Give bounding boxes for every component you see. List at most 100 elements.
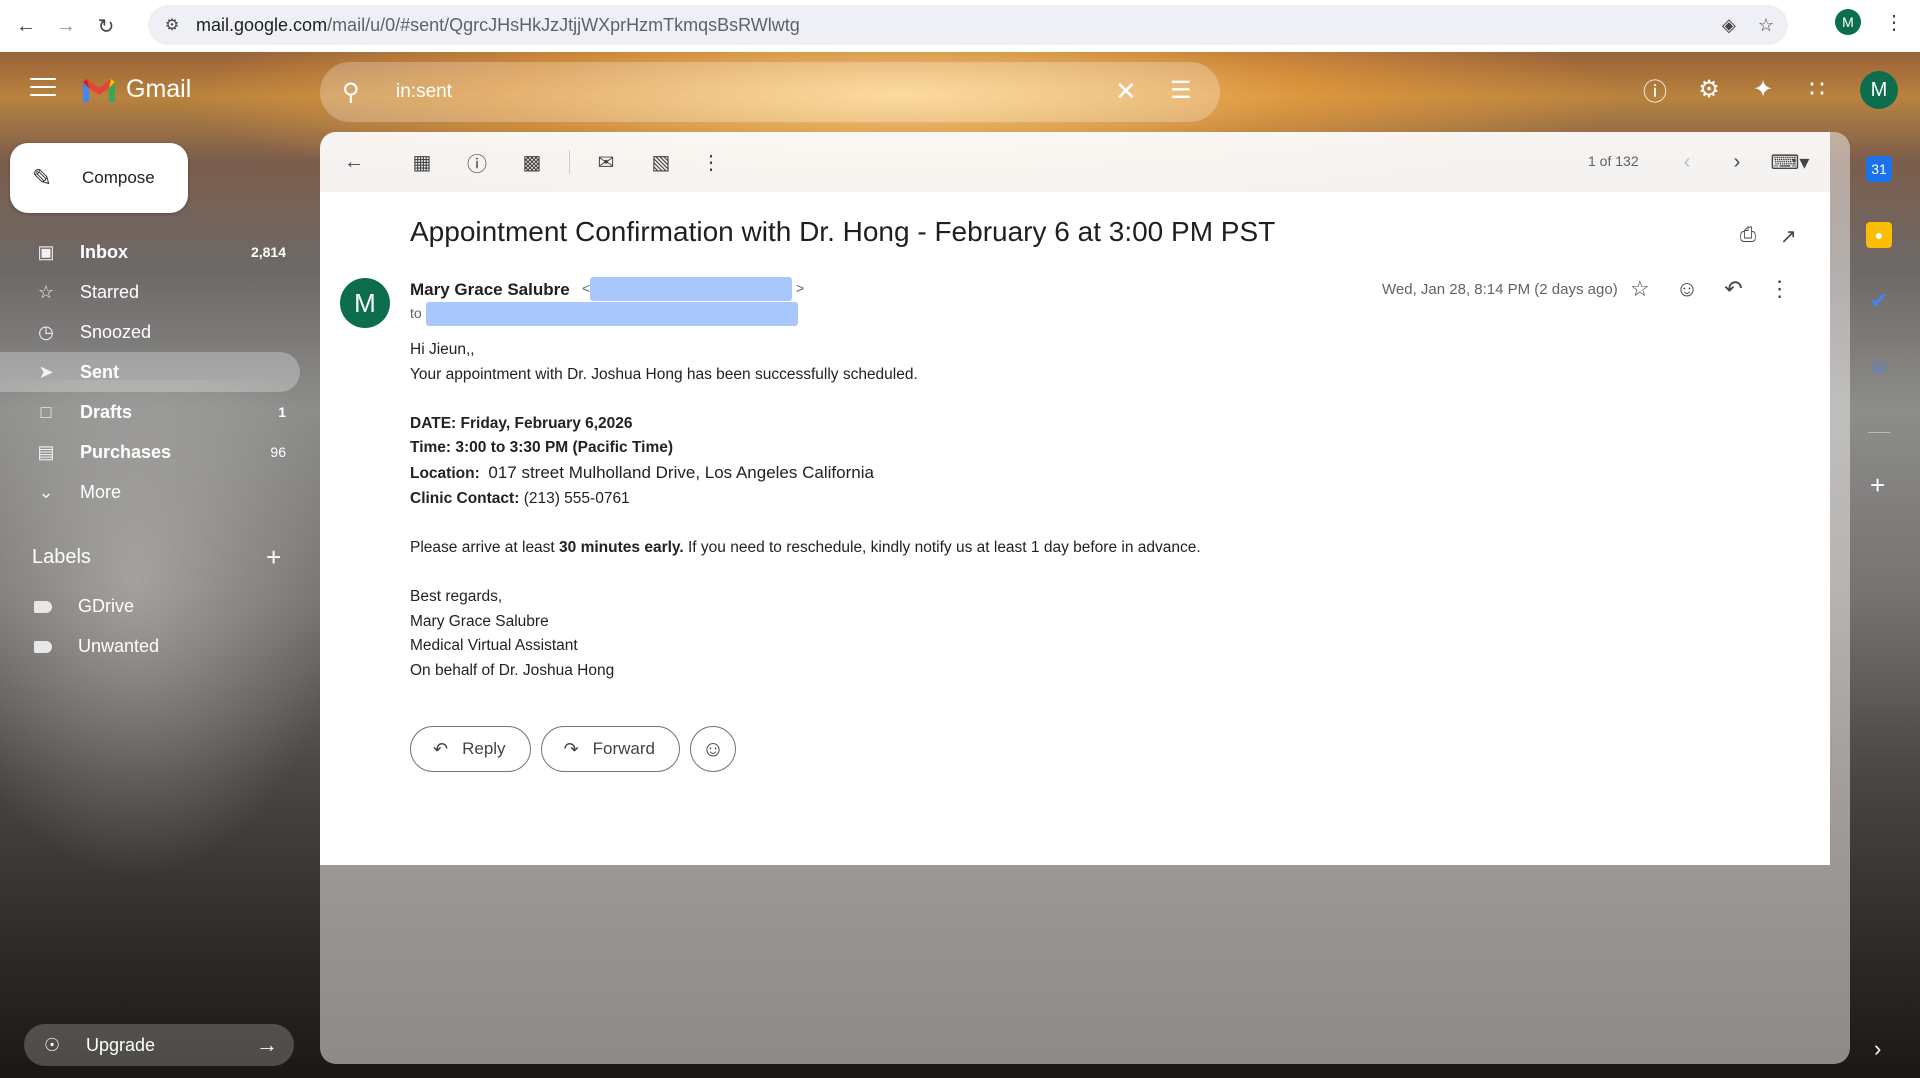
inbox-icon: ▣ [37, 241, 55, 262]
signature-title: Medical Virtual Assistant [410, 637, 578, 655]
email-subject: Appointment Confirmation with Dr. Hong -… [410, 216, 1276, 247]
date-line: DATE: Friday, February 6,2026 [410, 414, 633, 432]
apps-grid-icon[interactable]: ∷ [1802, 74, 1832, 104]
url-path: /mail/u/0/#sent/QgrcJHsHkJzJtjjWXprHzmTk… [327, 14, 800, 35]
forward-icon[interactable]: → [46, 6, 86, 46]
gmail-logo[interactable]: Gmail [80, 75, 191, 104]
message-more-icon[interactable]: ⋮ [1769, 276, 1791, 302]
compose-label: Compose [82, 168, 155, 187]
forward-button[interactable]: ↷ Forward [540, 726, 681, 772]
purchases-count: 96 [270, 444, 286, 460]
search-input[interactable] [396, 81, 1096, 103]
open-new-window-icon[interactable]: ↗ [1780, 224, 1797, 249]
location-value: 017 street Mulholland Drive, Los Angeles… [488, 462, 874, 482]
browser-toolbar: ← → ↻ ⚙ mail.google.com/mail/u/0/#sent/Q… [0, 0, 1920, 52]
draft-icon: □ [40, 401, 52, 422]
report-spam-icon[interactable]: ⓘ [463, 148, 491, 176]
sidebar-item-starred[interactable]: ☆ Starred [0, 272, 300, 312]
send-icon: ➤ [38, 361, 54, 382]
clear-search-icon[interactable]: ✕ [1115, 76, 1137, 107]
browser-profile-avatar[interactable]: M [1835, 9, 1861, 35]
star-icon: ☆ [37, 281, 55, 302]
get-addons-plus-icon[interactable]: + [1870, 470, 1885, 501]
contacts-icon[interactable]: ☺ [1866, 354, 1892, 380]
sender-avatar[interactable]: M [340, 278, 390, 328]
url-text[interactable]: mail.google.com/mail/u/0/#sent/QgrcJHsHk… [196, 15, 800, 36]
email-bracket-open: < [582, 280, 591, 296]
older-chevron-right-icon[interactable]: › [1723, 148, 1751, 176]
back-icon[interactable]: ← [6, 6, 46, 46]
smiley-icon: ☺ [701, 736, 725, 761]
site-info-icon[interactable]: ⚙ [152, 15, 192, 35]
toolbar-divider [569, 150, 570, 174]
emoji-reaction-button[interactable]: ☺ [690, 726, 737, 772]
contact-label: Clinic Contact: [410, 489, 520, 507]
sidebar-item-label: More [80, 481, 122, 502]
reply-label: Reply [462, 739, 506, 758]
address-bar[interactable]: ⚙ mail.google.com/mail/u/0/#sent/QgrcJHs… [148, 5, 1788, 45]
search-icon[interactable]: ⚲ [342, 78, 372, 107]
sidebar-item-sent[interactable]: ➤ Sent [0, 352, 300, 392]
tasks-icon[interactable]: ✔ [1866, 288, 1892, 314]
search-options-icon[interactable]: ☰ [1170, 76, 1192, 105]
sender-name[interactable]: Mary Grace Salubre [410, 280, 570, 300]
back-to-list-icon[interactable]: ← [340, 148, 368, 176]
sidebar-item-label: Snoozed [80, 321, 152, 342]
bookmark-star-icon[interactable]: ☆ [1758, 15, 1774, 36]
labels-heading: Labels [32, 546, 91, 568]
sidebar-item-inbox[interactable]: ▣ Inbox 2,814 [0, 232, 300, 272]
account-avatar[interactable]: M [1860, 71, 1898, 109]
gemini-sparkle-icon[interactable]: ✦ [1748, 74, 1778, 104]
label-item-unwanted[interactable]: Unwanted [34, 636, 159, 657]
to-label: to [410, 305, 422, 321]
add-reaction-icon[interactable]: ☺ [1676, 276, 1698, 302]
sidebar-item-snoozed[interactable]: ◷ Snoozed [0, 312, 300, 352]
show-side-panel-chevron-icon[interactable]: › [1874, 1036, 1881, 1062]
signature-name: Mary Grace Salubre [410, 612, 549, 630]
pencil-icon: ✎ [32, 164, 53, 192]
main-menu-icon[interactable] [30, 78, 56, 98]
more-options-icon[interactable]: ⋮ [697, 148, 725, 176]
label-item-gdrive[interactable]: GDrive [34, 596, 134, 617]
reply-button[interactable]: ↶ Reply [410, 726, 531, 772]
signoff: Best regards, [410, 587, 503, 605]
arrive-bold: 30 minutes early. [559, 538, 684, 556]
search-bar[interactable]: ⚲ ✕ ☰ [320, 62, 1220, 122]
reload-icon[interactable]: ↻ [86, 6, 126, 46]
settings-gear-icon[interactable]: ⚙ [1694, 74, 1724, 104]
help-icon[interactable]: ⓘ [1640, 74, 1670, 106]
star-icon[interactable]: ☆ [1630, 276, 1650, 302]
upgrade-button[interactable]: ☉ Upgrade → [24, 1024, 294, 1066]
reply-icon[interactable]: ↶ [1724, 276, 1742, 302]
mark-unread-icon[interactable]: ✉ [592, 148, 620, 176]
reply-arrow-icon: ↶ [433, 738, 449, 759]
compose-button[interactable]: ✎ Compose [10, 143, 188, 213]
pager-text: 1 of 132 [1588, 153, 1639, 169]
extension-icon[interactable]: ◈ [1722, 15, 1736, 36]
delete-trash-icon[interactable]: ▩ [518, 148, 546, 176]
time-line: Time: 3:00 to 3:30 PM (Pacific Time) [410, 439, 674, 457]
move-to-icon[interactable]: ▧ [647, 148, 675, 176]
sidebar-item-drafts[interactable]: □ Drafts 1 [0, 392, 300, 432]
calendar-icon[interactable]: 31 [1866, 156, 1892, 182]
clock-icon: ◷ [38, 321, 54, 342]
email-bracket-close: > [796, 280, 805, 296]
draft-count: 1 [278, 404, 286, 420]
sidebar-item-purchases[interactable]: ▤ Purchases 96 [0, 432, 300, 472]
label-name: GDrive [78, 596, 135, 616]
newer-chevron-left-icon[interactable]: ‹ [1673, 148, 1701, 176]
browser-menu-icon[interactable]: ⋮ [1884, 10, 1904, 35]
input-tools-keyboard-icon[interactable]: ⌨▾ [1766, 148, 1814, 176]
print-icon[interactable]: ⎙ [1740, 224, 1756, 249]
upgrade-label: Upgrade [86, 1034, 156, 1055]
contact-value: (213) 555-0761 [523, 489, 630, 507]
shopping-bag-icon: ▤ [37, 441, 55, 462]
forward-label: Forward [592, 739, 656, 758]
redacted-recipient[interactable] [426, 302, 798, 326]
arrow-right-icon: → [256, 1032, 278, 1057]
keep-icon[interactable]: ● [1866, 222, 1892, 248]
archive-icon[interactable]: ▦ [408, 148, 436, 176]
gmail-wordmark: Gmail [126, 75, 192, 103]
sidebar-item-more[interactable]: ⌄ More [0, 472, 300, 512]
add-label-icon[interactable]: + [266, 542, 281, 573]
